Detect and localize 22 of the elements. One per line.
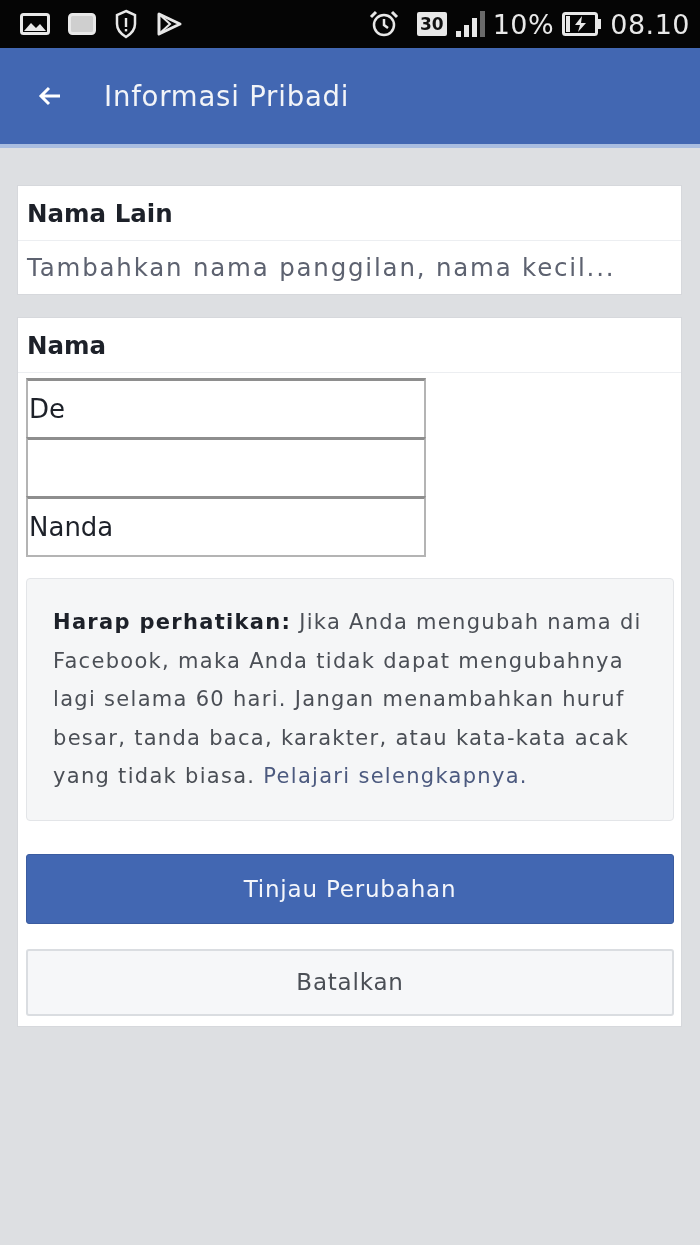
signal-icon <box>454 11 485 37</box>
play-icon <box>156 12 182 36</box>
shield-alert-icon <box>114 9 138 39</box>
cancel-button[interactable]: Batalkan <box>26 948 674 1016</box>
section-title: Nama <box>27 330 107 360</box>
battery-percent: 10% <box>492 8 555 40</box>
name-input-field[interactable] <box>26 437 426 498</box>
battery-charging-icon <box>562 12 603 36</box>
notification-count: 30 <box>417 12 447 36</box>
notice-text: Harap perhatikan: Jika Anda mengubah nama di Facebook, maka Anda tidak dapat mengubahnya lagi selama 60 hari. Jangan menambahkan huruf besar, tanda baca, karakter, atau kata-kata acak yang tidak biasa. Pelajari selengkapnya. <box>53 609 643 791</box>
page-title: Informasi Pribadi <box>104 80 350 112</box>
alarm-clock-icon <box>369 10 399 38</box>
add-nickname-link[interactable]: Tambahkan nama panggilan, nama kecil... <box>27 253 616 282</box>
review-changes-button[interactable]: Tinjau Perubahan <box>26 853 674 924</box>
message-icon <box>68 13 96 35</box>
clock-time: 08.10 <box>610 8 690 40</box>
name-input-field[interactable]: De <box>26 378 426 439</box>
learn-more-link[interactable]: Pelajari selengkapnya. <box>263 764 528 789</box>
section-title: Nama Lain <box>27 198 173 228</box>
gallery-icon <box>20 13 50 35</box>
back-arrow-icon[interactable] <box>38 86 62 106</box>
name-input-field[interactable]: Nanda <box>26 496 426 557</box>
